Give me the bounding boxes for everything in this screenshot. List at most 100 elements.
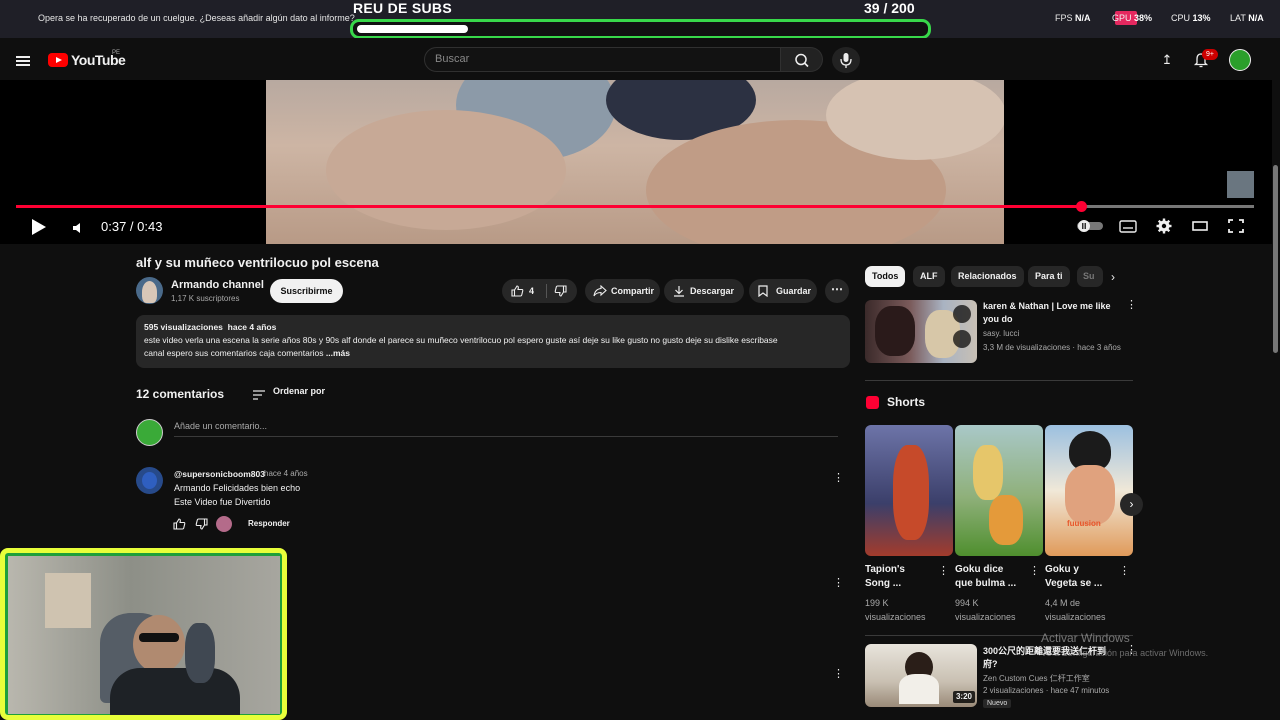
watch-later-icon[interactable] <box>953 305 971 323</box>
chip-para-ti[interactable]: Para ti <box>1028 266 1070 287</box>
search-button[interactable] <box>781 47 823 72</box>
menu-icon[interactable] <box>16 56 30 66</box>
voice-search-button[interactable] <box>832 47 860 73</box>
autoplay-toggle[interactable] <box>1076 218 1104 234</box>
windows-activation-title: Activar Windows <box>1041 631 1130 645</box>
short-views-line1: 994 K <box>955 598 979 608</box>
thumbs-up-icon <box>511 285 524 297</box>
add-to-queue-icon[interactable] <box>953 330 971 348</box>
play-icon[interactable] <box>32 219 46 235</box>
chips-next-icon[interactable]: › <box>1111 270 1115 284</box>
more-actions-icon[interactable]: ⋯ <box>825 279 849 303</box>
comment-author[interactable]: @supersonicboom803 <box>174 469 265 479</box>
chip-truncated[interactable]: Su <box>1077 266 1103 287</box>
channel-name[interactable]: Armando channel <box>171 279 264 291</box>
short-title[interactable]: Goku y Vegeta se ... <box>1045 563 1102 591</box>
hud-cpu-label: CPU <box>1171 13 1191 23</box>
short-title[interactable]: Goku dice que bulma ... <box>955 563 1016 591</box>
sidebar-divider <box>865 380 1133 381</box>
download-button[interactable]: Descargar <box>664 279 744 303</box>
hud-fps-value: N/A <box>1075 13 1091 23</box>
hud-lat-value: N/A <box>1248 13 1264 23</box>
subscribe-button[interactable]: Suscribirme <box>270 279 343 303</box>
recommended-title-line1[interactable]: karen & Nathan | Love me like <box>983 300 1111 312</box>
microphone-icon <box>840 53 852 68</box>
sort-button[interactable]: Ordenar por <box>273 386 325 396</box>
hud-lat: LAT N/A <box>1230 13 1264 23</box>
share-button[interactable]: Compartir <box>585 279 660 303</box>
like-button[interactable]: 4 <box>502 279 546 303</box>
subs-goal-count: 39 / 200 <box>864 0 915 16</box>
youtube-logo-icon[interactable] <box>48 53 68 67</box>
comments-count: 12 comentarios <box>136 387 225 401</box>
reply-button[interactable]: Responder <box>248 519 290 528</box>
settings-gear-icon[interactable] <box>1155 218 1173 234</box>
upload-icon[interactable]: ↥ <box>1160 52 1174 67</box>
search-input[interactable]: Buscar <box>424 47 781 72</box>
video-frame[interactable] <box>266 80 1004 244</box>
thumbs-down-icon[interactable] <box>554 285 567 297</box>
chip-todos[interactable]: Todos <box>865 266 906 287</box>
theater-mode-icon[interactable] <box>1191 218 1209 234</box>
chip-alf[interactable]: ALF <box>913 266 945 287</box>
streamer-face <box>133 615 185 673</box>
subs-goal-fill <box>357 25 468 33</box>
window-curtain <box>45 573 91 628</box>
search-icon <box>795 53 809 68</box>
short-views: 4,4 M de visualizaciones <box>1045 596 1106 624</box>
recommended-menu-icon[interactable]: ⋮ <box>1126 300 1137 317</box>
shorts-next-arrow-icon[interactable]: › <box>1120 493 1143 516</box>
recommended-channel[interactable]: Zen Custom Cues 仁杆工作室 <box>983 673 1090 684</box>
add-comment-input[interactable]: Añade un comentario... <box>174 421 267 431</box>
sunglasses <box>139 633 179 642</box>
subtitles-icon[interactable] <box>1119 218 1137 234</box>
show-more-link[interactable]: ...más <box>326 348 350 358</box>
comment-menu-icon[interactable]: ⋮ <box>833 473 844 490</box>
recommended-channel[interactable]: sasy. lucci <box>983 329 1019 338</box>
recommended-thumbnail[interactable] <box>865 300 977 363</box>
description-line1: este video verla una escena la serie año… <box>144 335 778 345</box>
comment-dislike-icon[interactable] <box>195 518 208 530</box>
short-thumbnail[interactable] <box>865 425 953 556</box>
windows-activation-subtitle: Ve a Configuración para activar Windows. <box>1041 648 1209 658</box>
volume-icon[interactable] <box>72 221 83 233</box>
scrollbar-thumb[interactable] <box>1273 165 1278 353</box>
short-title[interactable]: Tapion's Song ... <box>865 563 905 591</box>
short-thumbnail[interactable] <box>955 425 1043 556</box>
hud-gpu: GPU 38% <box>1112 13 1152 23</box>
shorts-icon <box>866 396 879 409</box>
save-button[interactable]: Guardar <box>749 279 817 303</box>
user-avatar <box>136 419 163 446</box>
fullscreen-icon[interactable] <box>1227 218 1245 234</box>
comment-menu-icon[interactable]: ⋮ <box>833 669 844 686</box>
hud-cpu-value: 13% <box>1192 13 1211 23</box>
webcam-overlay <box>0 548 287 720</box>
scrubber-handle[interactable] <box>1076 201 1087 212</box>
opera-crash-message[interactable]: Opera se ha recuperado de un cuelgue. ¿D… <box>38 13 355 23</box>
short-menu-icon[interactable]: ⋮ <box>1119 566 1130 583</box>
new-badge: Nuevo <box>983 699 1012 708</box>
sort-icon[interactable] <box>253 387 265 400</box>
short-title-line1: Goku y <box>1045 564 1079 575</box>
channel-avatar[interactable] <box>136 277 163 304</box>
creator-heart-avatar <box>216 516 232 532</box>
short-menu-icon[interactable]: ⋮ <box>938 566 949 583</box>
recommended-title-line2[interactable]: 府? <box>983 658 998 670</box>
recommended-meta: 3,3 M de visualizaciones · hace 3 años <box>983 343 1121 352</box>
short-menu-icon[interactable]: ⋮ <box>1029 566 1040 583</box>
account-avatar[interactable] <box>1229 49 1251 71</box>
recommended-title-line2[interactable]: you do <box>983 313 1013 325</box>
short-caption: fuuusion <box>1067 519 1101 528</box>
streamer-body <box>110 668 240 715</box>
short-thumbnail[interactable]: fuuusion <box>1045 425 1133 556</box>
short-views-line1: 199 K <box>865 598 889 608</box>
chip-relacionados[interactable]: Relacionados <box>951 266 1024 287</box>
comment-like-icon[interactable] <box>173 518 186 530</box>
view-count: 595 visualizaciones <box>144 322 223 332</box>
comment-menu-icon[interactable]: ⋮ <box>833 578 844 595</box>
comment-time[interactable]: hace 4 años <box>264 469 308 478</box>
description-box[interactable]: 595 visualizaciones hace 4 años este vid… <box>136 315 850 368</box>
commenter-avatar[interactable] <box>136 467 163 494</box>
chapter-thumbnail <box>1227 171 1254 198</box>
description-line2: canal espero sus comentarios caja coment… <box>144 348 326 358</box>
